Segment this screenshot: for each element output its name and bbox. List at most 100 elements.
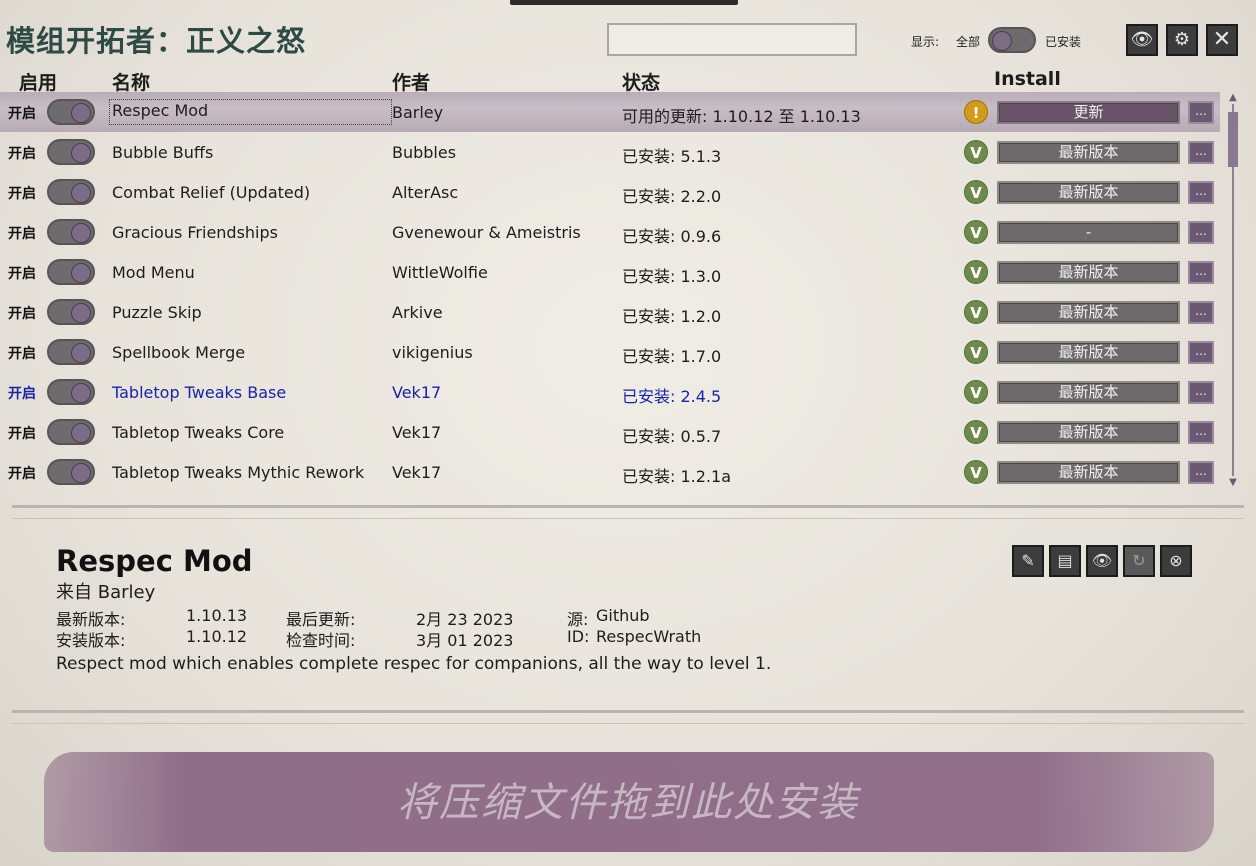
table-row[interactable]: 开启 Mod Menu WittleWolfie 已安装: 1.3.0 V 最新…: [0, 252, 1220, 292]
mod-status: 可用的更新: 1.10.12 至 1.10.13: [622, 107, 861, 126]
mod-author: Barley: [392, 103, 444, 122]
update-button[interactable]: 更新: [997, 101, 1180, 124]
latest-version-value: 1.10.13: [186, 606, 248, 625]
latest-version-button[interactable]: 最新版本: [997, 141, 1180, 164]
table-row[interactable]: 开启 Tabletop Tweaks Base Vek17 已安装: 2.4.5…: [0, 372, 1220, 412]
check-icon: V: [964, 460, 988, 484]
close-icon[interactable]: ✕: [1206, 24, 1238, 56]
more-button[interactable]: ...: [1188, 421, 1214, 444]
enable-toggle[interactable]: [47, 219, 95, 245]
enable-toggle[interactable]: [47, 299, 95, 325]
enable-toggle[interactable]: [47, 259, 95, 285]
more-button[interactable]: ...: [1188, 341, 1214, 364]
mod-author: Vek17: [392, 463, 442, 482]
list-scrollbar[interactable]: ▲ ▼: [1227, 92, 1239, 488]
action-button[interactable]: -: [997, 221, 1180, 244]
mod-name[interactable]: Puzzle Skip: [112, 303, 202, 322]
latest-version-button[interactable]: 最新版本: [997, 301, 1180, 324]
enable-label: 开启: [8, 386, 36, 402]
latest-version-button[interactable]: 最新版本: [997, 261, 1180, 284]
search-input[interactable]: [607, 23, 857, 56]
enable-toggle[interactable]: [47, 339, 95, 365]
eye-icon[interactable]: 👁: [1086, 545, 1118, 577]
mod-status: 已安装: 1.7.0: [622, 347, 722, 366]
feather-icon[interactable]: ✎: [1012, 545, 1044, 577]
mod-status: 已安装: 1.2.1a: [622, 467, 731, 486]
show-label: 显示:: [911, 35, 940, 49]
latest-version-button[interactable]: 最新版本: [997, 421, 1180, 444]
mod-name[interactable]: Respec Mod: [109, 99, 392, 125]
scroll-down-icon[interactable]: ▼: [1227, 477, 1239, 488]
table-row[interactable]: 开启 Puzzle Skip Arkive 已安装: 1.2.0 V 最新版本 …: [0, 292, 1220, 332]
enable-label: 开启: [8, 466, 36, 482]
table-row[interactable]: 开启 Tabletop Tweaks Mythic Rework Vek17 已…: [0, 452, 1220, 492]
more-button[interactable]: ...: [1188, 381, 1214, 404]
id-value: RespecWrath: [596, 627, 702, 646]
detail-title: Respec Mod: [56, 544, 253, 578]
window-title: 模组开拓者：正义之怒: [6, 24, 307, 58]
mod-name[interactable]: Mod Menu: [112, 263, 195, 282]
table-row[interactable]: 开启 Respec Mod Barley 可用的更新: 1.10.12 至 1.…: [0, 92, 1220, 132]
uninstall-icon[interactable]: ⊗: [1160, 545, 1192, 577]
enable-toggle[interactable]: [47, 379, 95, 405]
scroll-up-icon[interactable]: ▲: [1227, 92, 1239, 103]
table-row[interactable]: 开启 Tabletop Tweaks Core Vek17 已安装: 0.5.7…: [0, 412, 1220, 452]
check-icon: V: [964, 300, 988, 324]
warning-icon: !: [964, 100, 988, 124]
more-button[interactable]: ...: [1188, 461, 1214, 484]
column-enable: 启用: [19, 72, 58, 94]
enable-toggle[interactable]: [47, 179, 95, 205]
column-name: 名称: [112, 72, 151, 94]
table-row[interactable]: 开启 Combat Relief (Updated) AlterAsc 已安装:…: [0, 172, 1220, 212]
check-icon: V: [964, 180, 988, 204]
column-install: Install: [994, 68, 1061, 90]
mod-author: Vek17: [392, 423, 442, 442]
latest-version-button[interactable]: 最新版本: [997, 341, 1180, 364]
latest-version-button[interactable]: 最新版本: [997, 181, 1180, 204]
mod-author: Vek17: [392, 383, 442, 402]
mod-name[interactable]: Tabletop Tweaks Mythic Rework: [112, 463, 364, 482]
eye-icon[interactable]: 👁: [1126, 24, 1158, 56]
more-button[interactable]: ...: [1188, 141, 1214, 164]
gear-icon[interactable]: ⚙: [1166, 24, 1198, 56]
mod-name[interactable]: Combat Relief (Updated): [112, 183, 310, 202]
enable-label: 开启: [8, 346, 36, 362]
enable-toggle[interactable]: [47, 139, 95, 165]
mod-status: 已安装: 2.4.5: [622, 387, 722, 406]
more-button[interactable]: ...: [1188, 101, 1214, 124]
table-row[interactable]: 开启 Spellbook Merge vikigenius 已安装: 1.7.0…: [0, 332, 1220, 372]
enable-toggle[interactable]: [47, 99, 95, 125]
mod-status: 已安装: 2.2.0: [622, 187, 722, 206]
more-button[interactable]: ...: [1188, 181, 1214, 204]
mod-name[interactable]: Tabletop Tweaks Core: [112, 423, 284, 442]
mod-name[interactable]: Spellbook Merge: [112, 343, 245, 362]
enable-toggle[interactable]: [47, 419, 95, 445]
refresh-icon[interactable]: ↻: [1123, 545, 1155, 577]
latest-version-button[interactable]: 最新版本: [997, 461, 1180, 484]
enable-label: 开启: [8, 306, 36, 322]
mod-status: 已安装: 0.5.7: [622, 427, 722, 446]
enable-toggle[interactable]: [47, 459, 95, 485]
more-button[interactable]: ...: [1188, 221, 1214, 244]
enable-label: 开启: [8, 226, 36, 242]
table-row[interactable]: 开启 Gracious Friendships Gvenewour & Amei…: [0, 212, 1220, 252]
scroll-thumb[interactable]: [1228, 112, 1238, 167]
book-icon[interactable]: ▤: [1049, 545, 1081, 577]
filter-toggle[interactable]: [988, 27, 1036, 53]
divider: [12, 505, 1244, 519]
table-row[interactable]: 开启 Bubble Buffs Bubbles 已安装: 5.1.3 V 最新版…: [0, 132, 1220, 172]
check-icon: V: [964, 380, 988, 404]
divider: [12, 710, 1244, 724]
more-button[interactable]: ...: [1188, 301, 1214, 324]
mod-status: 已安装: 5.1.3: [622, 147, 722, 166]
mod-name[interactable]: Gracious Friendships: [112, 223, 278, 242]
mod-name[interactable]: Tabletop Tweaks Base: [112, 383, 286, 402]
id-label: ID:: [567, 627, 590, 646]
latest-version-button[interactable]: 最新版本: [997, 381, 1180, 404]
more-button[interactable]: ...: [1188, 261, 1214, 284]
mod-status: 已安装: 0.9.6: [622, 227, 722, 246]
detail-description: Respect mod which enables complete respe…: [56, 654, 772, 674]
installed-version-label: 安装版本:: [56, 631, 126, 650]
mod-name[interactable]: Bubble Buffs: [112, 143, 213, 162]
mod-status: 已安装: 1.3.0: [622, 267, 722, 286]
